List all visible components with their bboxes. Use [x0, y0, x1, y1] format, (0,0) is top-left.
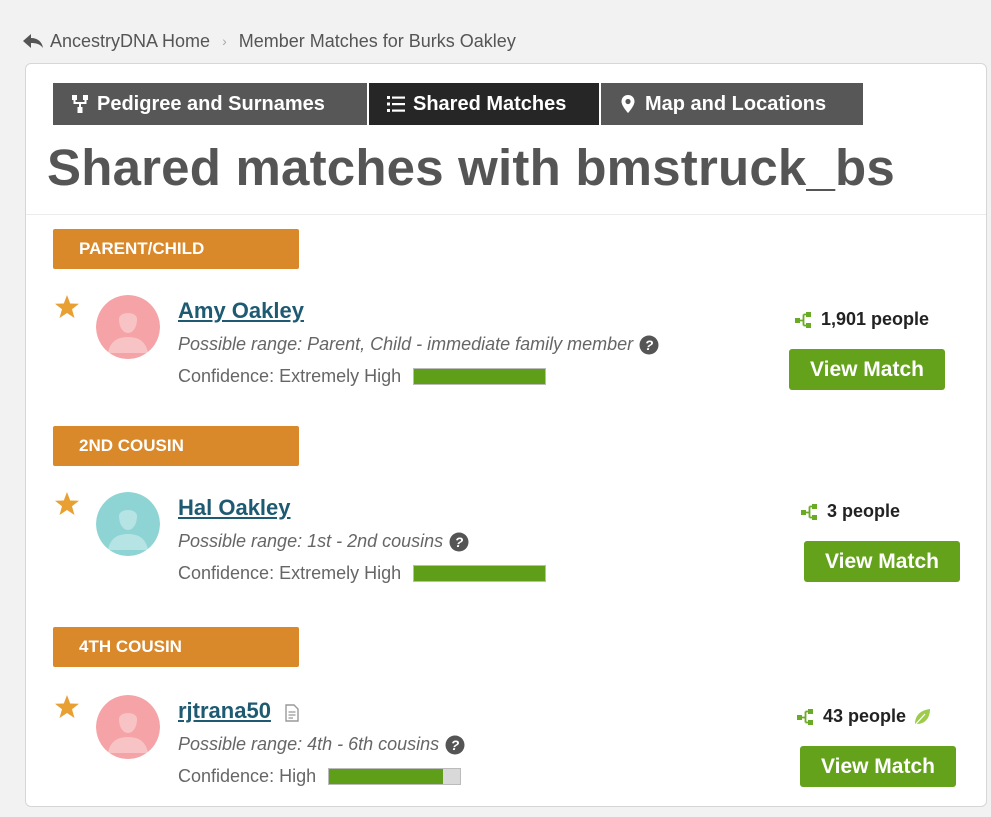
note-icon[interactable] [284, 704, 300, 722]
person-silhouette-icon [96, 295, 160, 359]
star-icon[interactable] [54, 694, 80, 720]
svg-text:?: ? [645, 337, 654, 353]
person-silhouette-icon [96, 492, 160, 556]
confidence: Confidence: Extremely High [178, 563, 547, 584]
view-match-button[interactable]: View Match [789, 349, 945, 390]
match-name-link[interactable]: rjtrana50 [178, 698, 271, 724]
shared-people-text: 43 people [823, 706, 907, 726]
tab-map-and-locations[interactable]: Map and Locations [601, 83, 863, 125]
shared-people-text: 3 people [827, 501, 901, 521]
match-row: rjtrana50 Possible range: 4th - 6th cous… [26, 694, 986, 794]
map-pin-icon [621, 95, 635, 113]
match-name-link[interactable]: Amy Oakley [178, 298, 304, 324]
possible-range: Possible range: 4th - 6th cousins ? [178, 734, 465, 755]
tree-icon [795, 311, 811, 328]
help-icon[interactable]: ? [639, 335, 659, 355]
group-header-4th-cousin: 4TH COUSIN [53, 627, 299, 667]
confidence-bar [413, 565, 547, 582]
tab-shared-matches[interactable]: Shared Matches [369, 83, 601, 125]
range-text: Possible range: 4th - 6th cousins [178, 734, 440, 754]
possible-range: Possible range: 1st - 2nd cousins ? [178, 531, 469, 552]
confidence: Confidence: Extremely High [178, 366, 547, 387]
pedigree-icon [72, 95, 88, 113]
shared-matches-count[interactable]: 43 people [796, 706, 932, 727]
confidence-bar-fill [414, 566, 546, 581]
tree-icon [801, 503, 817, 520]
help-icon[interactable]: ? [445, 735, 465, 755]
divider [26, 214, 986, 215]
match-row: Hal Oakley Possible range: 1st - 2nd cou… [26, 491, 986, 591]
shared-matches-count[interactable]: 1,901 people [794, 309, 929, 330]
avatar[interactable] [96, 492, 160, 556]
match-name-link[interactable]: Hal Oakley [178, 495, 291, 521]
match-row: Amy Oakley Possible range: Parent, Child… [26, 294, 986, 394]
list-icon [387, 96, 405, 112]
view-match-button[interactable]: View Match [804, 541, 960, 582]
breadcrumb-home-link[interactable]: AncestryDNA Home [50, 31, 210, 52]
svg-text:?: ? [455, 534, 464, 550]
star-icon[interactable] [54, 294, 80, 320]
chevron-right-icon: › [222, 33, 227, 49]
avatar[interactable] [96, 695, 160, 759]
confidence-bar-fill [329, 769, 444, 784]
group-header-parent-child: PARENT/CHILD [53, 229, 299, 269]
range-text: Possible range: Parent, Child - immediat… [178, 334, 634, 354]
confidence-bar [328, 768, 462, 785]
person-silhouette-icon [96, 695, 160, 759]
confidence-bar-fill [414, 369, 546, 384]
tab-label: Map and Locations [645, 92, 827, 115]
leaf-icon[interactable] [912, 707, 932, 727]
confidence-text: Confidence: Extremely High [178, 563, 402, 583]
view-match-button[interactable]: View Match [800, 746, 956, 787]
confidence-text: Confidence: Extremely High [178, 366, 402, 386]
breadcrumb: AncestryDNA Home › Member Matches for Bu… [22, 29, 516, 53]
breadcrumb-current: Member Matches for Burks Oakley [238, 30, 516, 51]
shared-matches-count[interactable]: 3 people [800, 501, 900, 522]
back-arrow-icon[interactable] [22, 32, 44, 50]
main-panel: Pedigree and Surnames Shared Matches Map… [25, 63, 987, 807]
confidence-text: Confidence: High [178, 766, 317, 786]
group-header-2nd-cousin: 2ND COUSIN [53, 426, 299, 466]
star-icon[interactable] [54, 491, 80, 517]
svg-text:?: ? [451, 737, 460, 753]
possible-range: Possible range: Parent, Child - immediat… [178, 334, 659, 355]
avatar[interactable] [96, 295, 160, 359]
tab-pedigree-and-surnames[interactable]: Pedigree and Surnames [53, 83, 369, 125]
shared-people-text: 1,901 people [821, 309, 930, 329]
confidence: Confidence: High [178, 766, 462, 787]
tab-label: Shared Matches [413, 92, 567, 115]
tree-icon [797, 708, 813, 725]
page-title: Shared matches with bmstruck_bs [47, 139, 895, 196]
tab-label: Pedigree and Surnames [97, 92, 325, 115]
confidence-bar [413, 368, 547, 385]
range-text: Possible range: 1st - 2nd cousins [178, 531, 444, 551]
tab-bar: Pedigree and Surnames Shared Matches Map… [53, 83, 863, 125]
help-icon[interactable]: ? [449, 532, 469, 552]
